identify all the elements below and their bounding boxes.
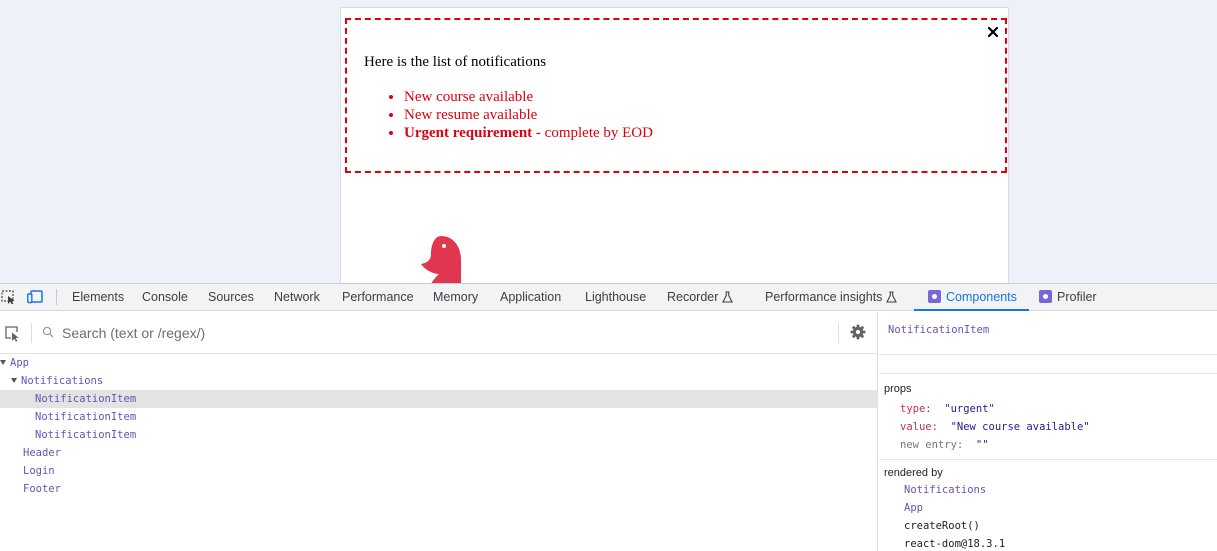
devtools-panel: Elements Console Sources Network Perform… [0,283,1217,551]
tab-network[interactable]: Network [274,284,320,311]
tree-node-label: App [10,357,29,369]
prop-row-new-entry[interactable]: new entry: "" [900,439,989,451]
search-separator [838,323,839,343]
prop-value[interactable]: "New course available" [951,421,1090,433]
rendered-by-label: rendered by [884,467,943,479]
notification-item: New resume available [404,106,653,124]
tab-performance[interactable]: Performance [342,284,414,311]
chevron-down-icon[interactable] [11,378,17,383]
tree-node-login[interactable]: Login [0,462,878,480]
tab-lighthouse[interactable]: Lighthouse [585,284,646,311]
notification-text: New course available [404,89,534,105]
rendered-by-item: react-dom@18.3.1 [904,538,1006,550]
prop-key: type [900,403,926,415]
selected-component-name: NotificationItem [888,324,990,336]
page-viewport: Here is the list of notifications New co… [0,0,1217,283]
app-page: Here is the list of notifications New co… [340,7,1009,283]
tab-label: Elements [72,290,125,304]
prop-key: value [900,421,932,433]
new-prop-key[interactable]: new entry [900,439,957,451]
rendered-by-item[interactable]: App [904,502,923,514]
pane-divider [879,354,1217,355]
tab-sources[interactable]: Sources [208,284,254,311]
tree-node-header[interactable]: Header [0,444,878,462]
pane-divider [879,373,1217,374]
notifications-panel: Here is the list of notifications New co… [345,18,1007,173]
notification-item: New course available [404,88,653,106]
devtools-tabbar: Elements Console Sources Network Perform… [0,284,1217,311]
experimental-flask-icon [886,291,898,303]
tab-memory[interactable]: Memory [433,284,478,311]
component-tree: App Notifications NotificationItem Notif… [0,354,878,498]
props-section-label: props [884,383,912,395]
tab-profiler[interactable]: Profiler [1039,284,1097,311]
search-icon [42,326,54,338]
tree-search-bar [0,312,878,354]
react-icon [1039,290,1052,303]
tab-console[interactable]: Console [142,284,188,311]
tree-node-notification-item[interactable]: NotificationItem [0,408,878,426]
tab-label: Recorder [667,290,719,304]
tree-node-notification-item[interactable]: NotificationItem [0,426,878,444]
tree-node-label: Footer [23,483,61,495]
tree-node-app[interactable]: App [0,354,878,372]
rendered-by-item: createRoot() [904,520,980,532]
prop-value[interactable]: "urgent" [944,403,995,415]
tree-node-label: NotificationItem [35,393,137,405]
notification-text: New resume available [404,107,538,123]
tree-node-footer[interactable]: Footer [0,480,878,498]
tree-node-label: NotificationItem [35,411,137,423]
select-element-icon[interactable] [4,325,21,342]
notification-text: - complete by EOD [532,125,653,141]
tab-label: Memory [433,290,479,304]
tab-label: Profiler [1057,290,1097,304]
prop-row-value[interactable]: value: "New course available" [900,421,1090,433]
rendered-by-item[interactable]: Notifications [904,484,986,496]
tree-node-label: NotificationItem [35,429,137,441]
inspected-element-pane: NotificationItem props type: "urgent" va… [879,312,1217,551]
gear-icon[interactable] [850,324,866,340]
tab-application[interactable]: Application [500,284,561,311]
notifications-list: New course available New resume availabl… [404,88,653,142]
tree-node-notifications[interactable]: Notifications [0,372,878,390]
chevron-down-icon[interactable] [0,360,6,365]
experimental-flask-icon [722,291,734,303]
tab-elements[interactable]: Elements [72,284,124,311]
search-separator [31,323,32,343]
tabbar-separator [56,289,57,305]
tab-label: Components [946,290,1017,304]
tab-label: Application [500,290,562,304]
tab-label: Lighthouse [585,290,647,304]
device-toolbar-icon[interactable] [27,290,43,304]
component-tree-pane: App Notifications NotificationItem Notif… [0,312,878,551]
tab-label: Sources [208,290,254,304]
close-icon [988,27,998,37]
tree-node-notification-item[interactable]: NotificationItem [0,390,878,408]
tree-node-label: Login [23,465,55,477]
tab-label: Network [274,290,320,304]
react-icon [928,290,941,303]
tab-performance-insights[interactable]: Performance insights [765,284,898,311]
notification-urgent-label: Urgent requirement [404,125,533,141]
notifications-title: Here is the list of notifications [364,54,547,70]
notification-item-urgent: Urgent requirement - complete by EOD [404,124,653,142]
tab-recorder[interactable]: Recorder [667,284,734,311]
tab-label: Console [142,290,188,304]
pane-divider [879,459,1217,460]
tree-node-label: Header [23,447,61,459]
component-search-input[interactable] [62,322,822,344]
tab-label: Performance [342,290,414,304]
inspect-element-icon[interactable] [1,290,17,304]
tree-node-label: Notifications [21,375,104,387]
new-prop-value[interactable]: "" [976,439,989,451]
prop-row-type[interactable]: type: "urgent" [900,403,995,415]
tab-label: Performance insights [765,290,883,304]
holberton-logo [421,236,461,283]
tab-components[interactable]: Components [914,284,1029,311]
close-button[interactable] [988,25,1002,39]
